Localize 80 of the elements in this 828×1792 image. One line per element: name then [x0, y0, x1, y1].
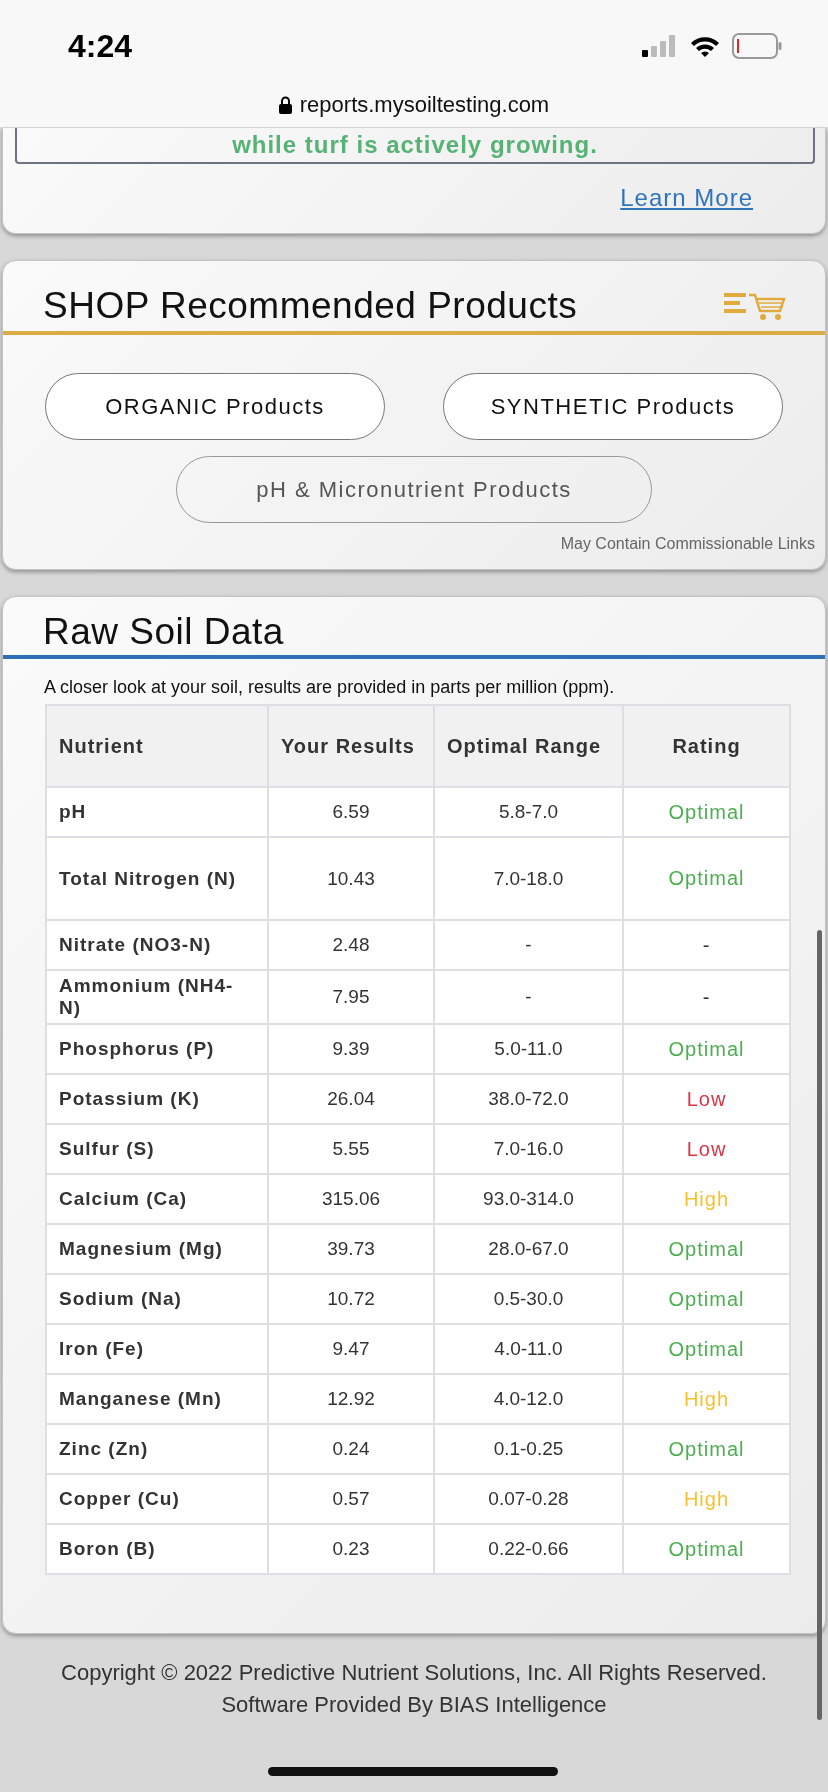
rating-cell: High — [623, 1174, 790, 1224]
nutrient-cell: Ammonium (NH4-N) — [46, 970, 268, 1024]
range-cell: 0.22-0.66 — [434, 1524, 623, 1574]
rating-cell: Low — [623, 1074, 790, 1124]
range-cell: - — [434, 970, 623, 1024]
result-cell: 0.24 — [268, 1424, 434, 1474]
range-cell: 5.0-11.0 — [434, 1024, 623, 1074]
range-cell: 4.0-12.0 — [434, 1374, 623, 1424]
battery-icon — [732, 33, 782, 59]
nutrient-cell: Total Nitrogen (N) — [46, 837, 268, 920]
range-cell: 93.0-314.0 — [434, 1174, 623, 1224]
result-cell: 26.04 — [268, 1074, 434, 1124]
nutrient-cell: Manganese (Mn) — [46, 1374, 268, 1424]
range-cell: 0.5-30.0 — [434, 1274, 623, 1324]
result-cell: 0.23 — [268, 1524, 434, 1574]
range-cell: 38.0-72.0 — [434, 1074, 623, 1124]
url-text[interactable]: reports.mysoiltesting.com — [299, 92, 550, 118]
result-cell: 6.59 — [268, 787, 434, 837]
nutrient-cell: Nitrate (NO3-N) — [46, 920, 268, 970]
range-cell: 0.07-0.28 — [434, 1474, 623, 1524]
footer-text: Copyright © 2022 Predictive Nutrient Solutions, Inc. All Rights Reserved. — [61, 1660, 767, 1686]
nutrient-cell: Sulfur (S) — [46, 1124, 268, 1174]
rating-cell: Optimal — [623, 1324, 790, 1374]
disclaimer-text: May Contain Commissionable Links — [559, 534, 816, 554]
rating-cell: Optimal — [623, 787, 790, 837]
result-cell: 9.47 — [268, 1324, 434, 1374]
result-cell: 9.39 — [268, 1024, 434, 1074]
raw-soil-subtitle: A closer look at your soil, results are provided in parts per million (ppm). — [43, 676, 616, 699]
rating-cell: Optimal — [623, 1224, 790, 1274]
range-cell: 4.0-11.0 — [434, 1324, 623, 1374]
rating-cell: Optimal — [623, 1024, 790, 1074]
rating-cell: Optimal — [623, 837, 790, 920]
column-header: Your Results — [268, 705, 434, 787]
nutrient-cell: Boron (B) — [46, 1524, 268, 1574]
result-cell: 12.92 — [268, 1374, 434, 1424]
result-cell: 10.43 — [268, 837, 434, 920]
result-cell: 7.95 — [268, 970, 434, 1024]
tip-text: while turf is actively growing. — [232, 131, 598, 159]
range-cell: 5.8-7.0 — [434, 787, 623, 837]
rating-cell: - — [623, 970, 790, 1024]
nutrient-cell: Potassium (K) — [46, 1074, 268, 1124]
nutrient-cell: Magnesium (Mg) — [46, 1224, 268, 1274]
rating-cell: Optimal — [623, 1274, 790, 1324]
range-cell: 7.0-16.0 — [434, 1124, 623, 1174]
rating-cell: High — [623, 1374, 790, 1424]
column-header: Rating — [623, 705, 790, 787]
nutrient-cell: Iron (Fe) — [46, 1324, 268, 1374]
rating-cell: High — [623, 1474, 790, 1524]
nutrient-cell: Calcium (Ca) — [46, 1174, 268, 1224]
signal-icon — [642, 35, 678, 57]
rating-cell: - — [623, 920, 790, 970]
result-cell: 5.55 — [268, 1124, 434, 1174]
nutrient-cell: Zinc (Zn) — [46, 1424, 268, 1474]
column-header: Nutrient — [46, 705, 268, 787]
status-time: 4:24 — [68, 27, 133, 65]
learn-more-link[interactable]: Learn More — [620, 184, 753, 212]
product-button[interactable]: SYNTHETIC Products — [443, 373, 783, 440]
range-cell: - — [434, 920, 623, 970]
shop-title: SHOP Recommended Products — [43, 285, 578, 327]
lock-icon — [278, 96, 292, 114]
raw-soil-title: Raw Soil Data — [43, 611, 284, 653]
column-header: Optimal Range — [434, 705, 623, 787]
wifi-icon — [690, 35, 720, 57]
range-cell: 0.1-0.25 — [434, 1424, 623, 1474]
rating-cell: Low — [623, 1124, 790, 1174]
nutrient-cell: Copper (Cu) — [46, 1474, 268, 1524]
nutrient-cell: Sodium (Na) — [46, 1274, 268, 1324]
result-cell: 0.57 — [268, 1474, 434, 1524]
range-cell: 7.0-18.0 — [434, 837, 623, 920]
footer-text: Software Provided By BIAS Intelligence — [221, 1692, 607, 1718]
nutrient-cell: Phosphorus (P) — [46, 1024, 268, 1074]
result-cell: 2.48 — [268, 920, 434, 970]
range-cell: 28.0-67.0 — [434, 1224, 623, 1274]
rating-cell: Optimal — [623, 1524, 790, 1574]
result-cell: 315.06 — [268, 1174, 434, 1224]
nutrient-cell: pH — [46, 787, 268, 837]
product-button[interactable]: ORGANIC Products — [45, 373, 385, 440]
rating-cell: Optimal — [623, 1424, 790, 1474]
result-cell: 39.73 — [268, 1224, 434, 1274]
result-cell: 10.72 — [268, 1274, 434, 1324]
